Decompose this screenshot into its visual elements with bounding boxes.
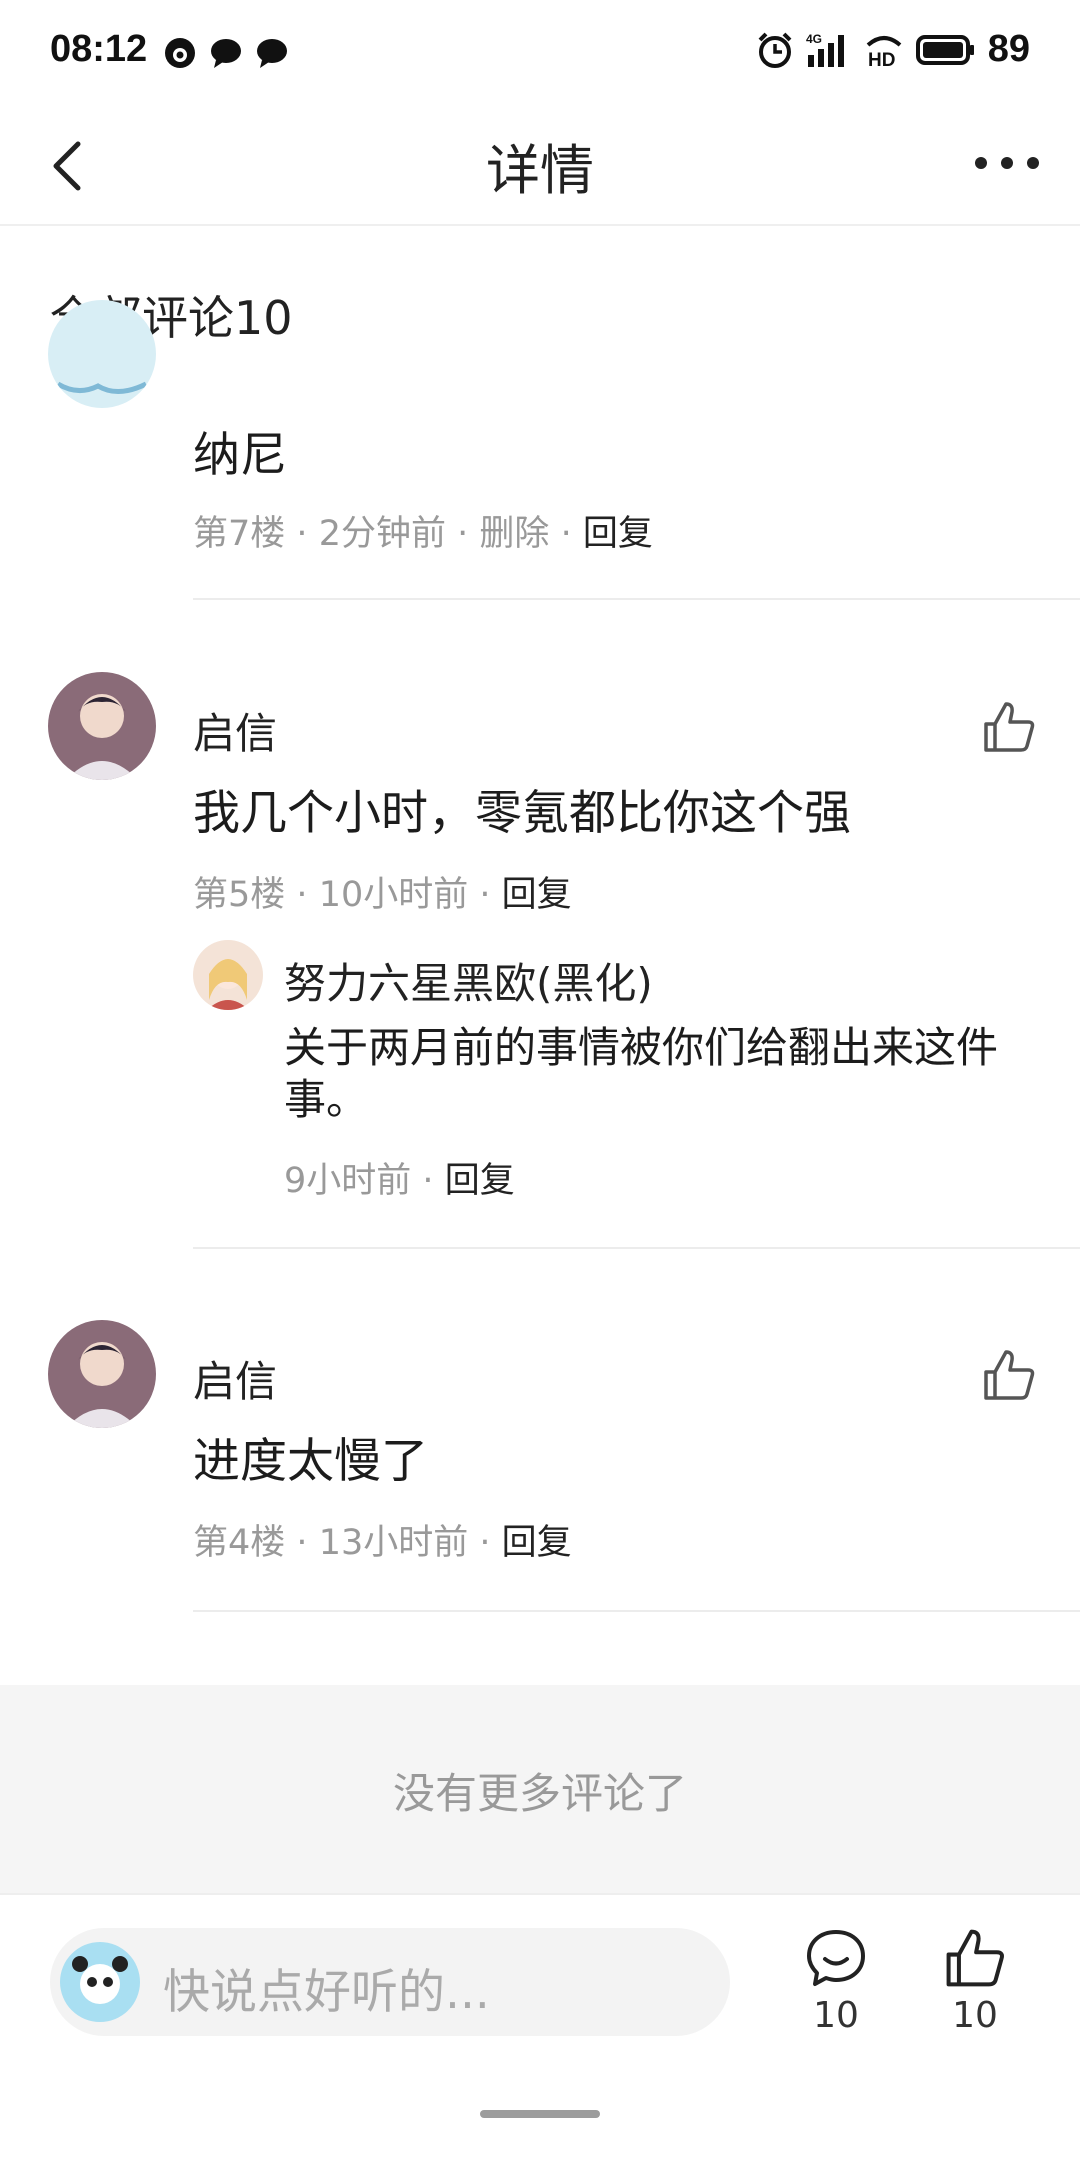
comment-bubble-icon [807, 1930, 865, 1986]
like-count: 10 [952, 1995, 998, 2036]
battery-icon [915, 34, 974, 65]
thumbs-up-icon[interactable] [982, 700, 1036, 754]
reply-text: 关于两月前的事情被你们给翻出来这件事。 [284, 1023, 999, 1124]
comment-count: 10 [813, 1995, 859, 2036]
home-indicator[interactable] [480, 2110, 600, 2118]
comment-floor: 第7楼 [193, 514, 286, 554]
reply-meta: 9小时前 · 回复 [284, 1152, 515, 1203]
comment-action[interactable]: 10 [796, 1927, 876, 2036]
svg-text:4G: 4G [806, 32, 822, 46]
hd-icon: HD [866, 35, 902, 69]
comment-meta: 第4楼 · 13小时前 · 回复 [193, 1514, 572, 1565]
meta-separator: · [479, 1523, 491, 1563]
like-action[interactable]: 10 [935, 1927, 1015, 2036]
reply-link[interactable]: 回复 [445, 1161, 515, 1201]
message-icon [257, 39, 287, 68]
thumbs-up-icon[interactable] [982, 1348, 1036, 1402]
avatar [60, 1942, 140, 2022]
meta-separator: · [457, 514, 469, 554]
comment-username[interactable]: 启信 [193, 1348, 277, 1409]
meta-separator: · [479, 875, 491, 915]
comment-floor: 第5楼 [193, 875, 286, 915]
no-more-text: 没有更多评论了 [392, 1769, 687, 1818]
battery-level: 89 [987, 28, 1030, 70]
status-time: 08:12 [50, 28, 148, 70]
divider [193, 598, 1080, 600]
reply-time: 9小时前 [284, 1161, 412, 1201]
delete-link[interactable]: 删除 [479, 514, 549, 554]
comment-floor: 第4楼 [193, 1523, 286, 1563]
comment-text: 进度太慢了 [193, 1434, 428, 1489]
avatar[interactable] [48, 300, 156, 408]
bottom-bar: 快说点好听的... 10 10 [0, 1893, 1080, 2160]
comment-input[interactable]: 快说点好听的... [50, 1928, 730, 2036]
divider [193, 1247, 1080, 1249]
reply-link[interactable]: 回复 [583, 514, 653, 554]
meta-separator: · [422, 1161, 434, 1201]
thumbs-up-icon [946, 1929, 1004, 1987]
meta-separator: · [296, 875, 308, 915]
avatar[interactable] [193, 940, 263, 1010]
comment-text: 我几个小时，零氪都比你这个强 [193, 786, 851, 841]
comment-text: 纳尼 [193, 428, 287, 483]
status-right-icons: 4G HD 89 [756, 28, 1030, 71]
message-icon [211, 39, 241, 68]
meta-separator: · [296, 1523, 308, 1563]
page-title: 详情 [486, 139, 594, 202]
comment-meta: 第5楼 · 10小时前 · 回复 [193, 866, 572, 917]
nav-bar: 详情 [0, 108, 1080, 226]
svg-text:HD: HD [868, 50, 895, 69]
meta-separator: · [560, 514, 572, 554]
comment-time: 2分钟前 [318, 514, 446, 554]
signal-4g-icon: 4G [806, 32, 844, 67]
avatar[interactable] [48, 672, 156, 780]
chat-bubble-icon [165, 38, 195, 68]
reply-username[interactable]: 努力六星黑欧(黑化) [284, 950, 653, 1011]
meta-separator: · [296, 514, 308, 554]
more-dots-icon[interactable] [972, 148, 1042, 178]
reply-link[interactable]: 回复 [502, 875, 572, 915]
input-placeholder: 快说点好听的... [163, 1965, 490, 2020]
comment-username[interactable]: 启信 [193, 700, 277, 761]
reply-link[interactable]: 回复 [502, 1523, 572, 1563]
alarm-icon [758, 32, 792, 68]
avatar[interactable] [48, 1320, 156, 1428]
status-notification-icons [163, 36, 289, 70]
no-more-section: 没有更多评论了 [0, 1685, 1080, 1893]
screen: 08:12 4G HD 89 详情 全部评论10 纳尼 第7楼 · 2分钟前 ·… [0, 0, 1080, 2160]
comment-time: 10小时前 [318, 875, 469, 915]
comment-time: 13小时前 [318, 1523, 469, 1563]
status-bar: 08:12 4G HD 89 [0, 0, 1080, 108]
comment-meta: 第7楼 · 2分钟前 · 删除 · 回复 [193, 505, 653, 556]
divider [193, 1610, 1080, 1612]
